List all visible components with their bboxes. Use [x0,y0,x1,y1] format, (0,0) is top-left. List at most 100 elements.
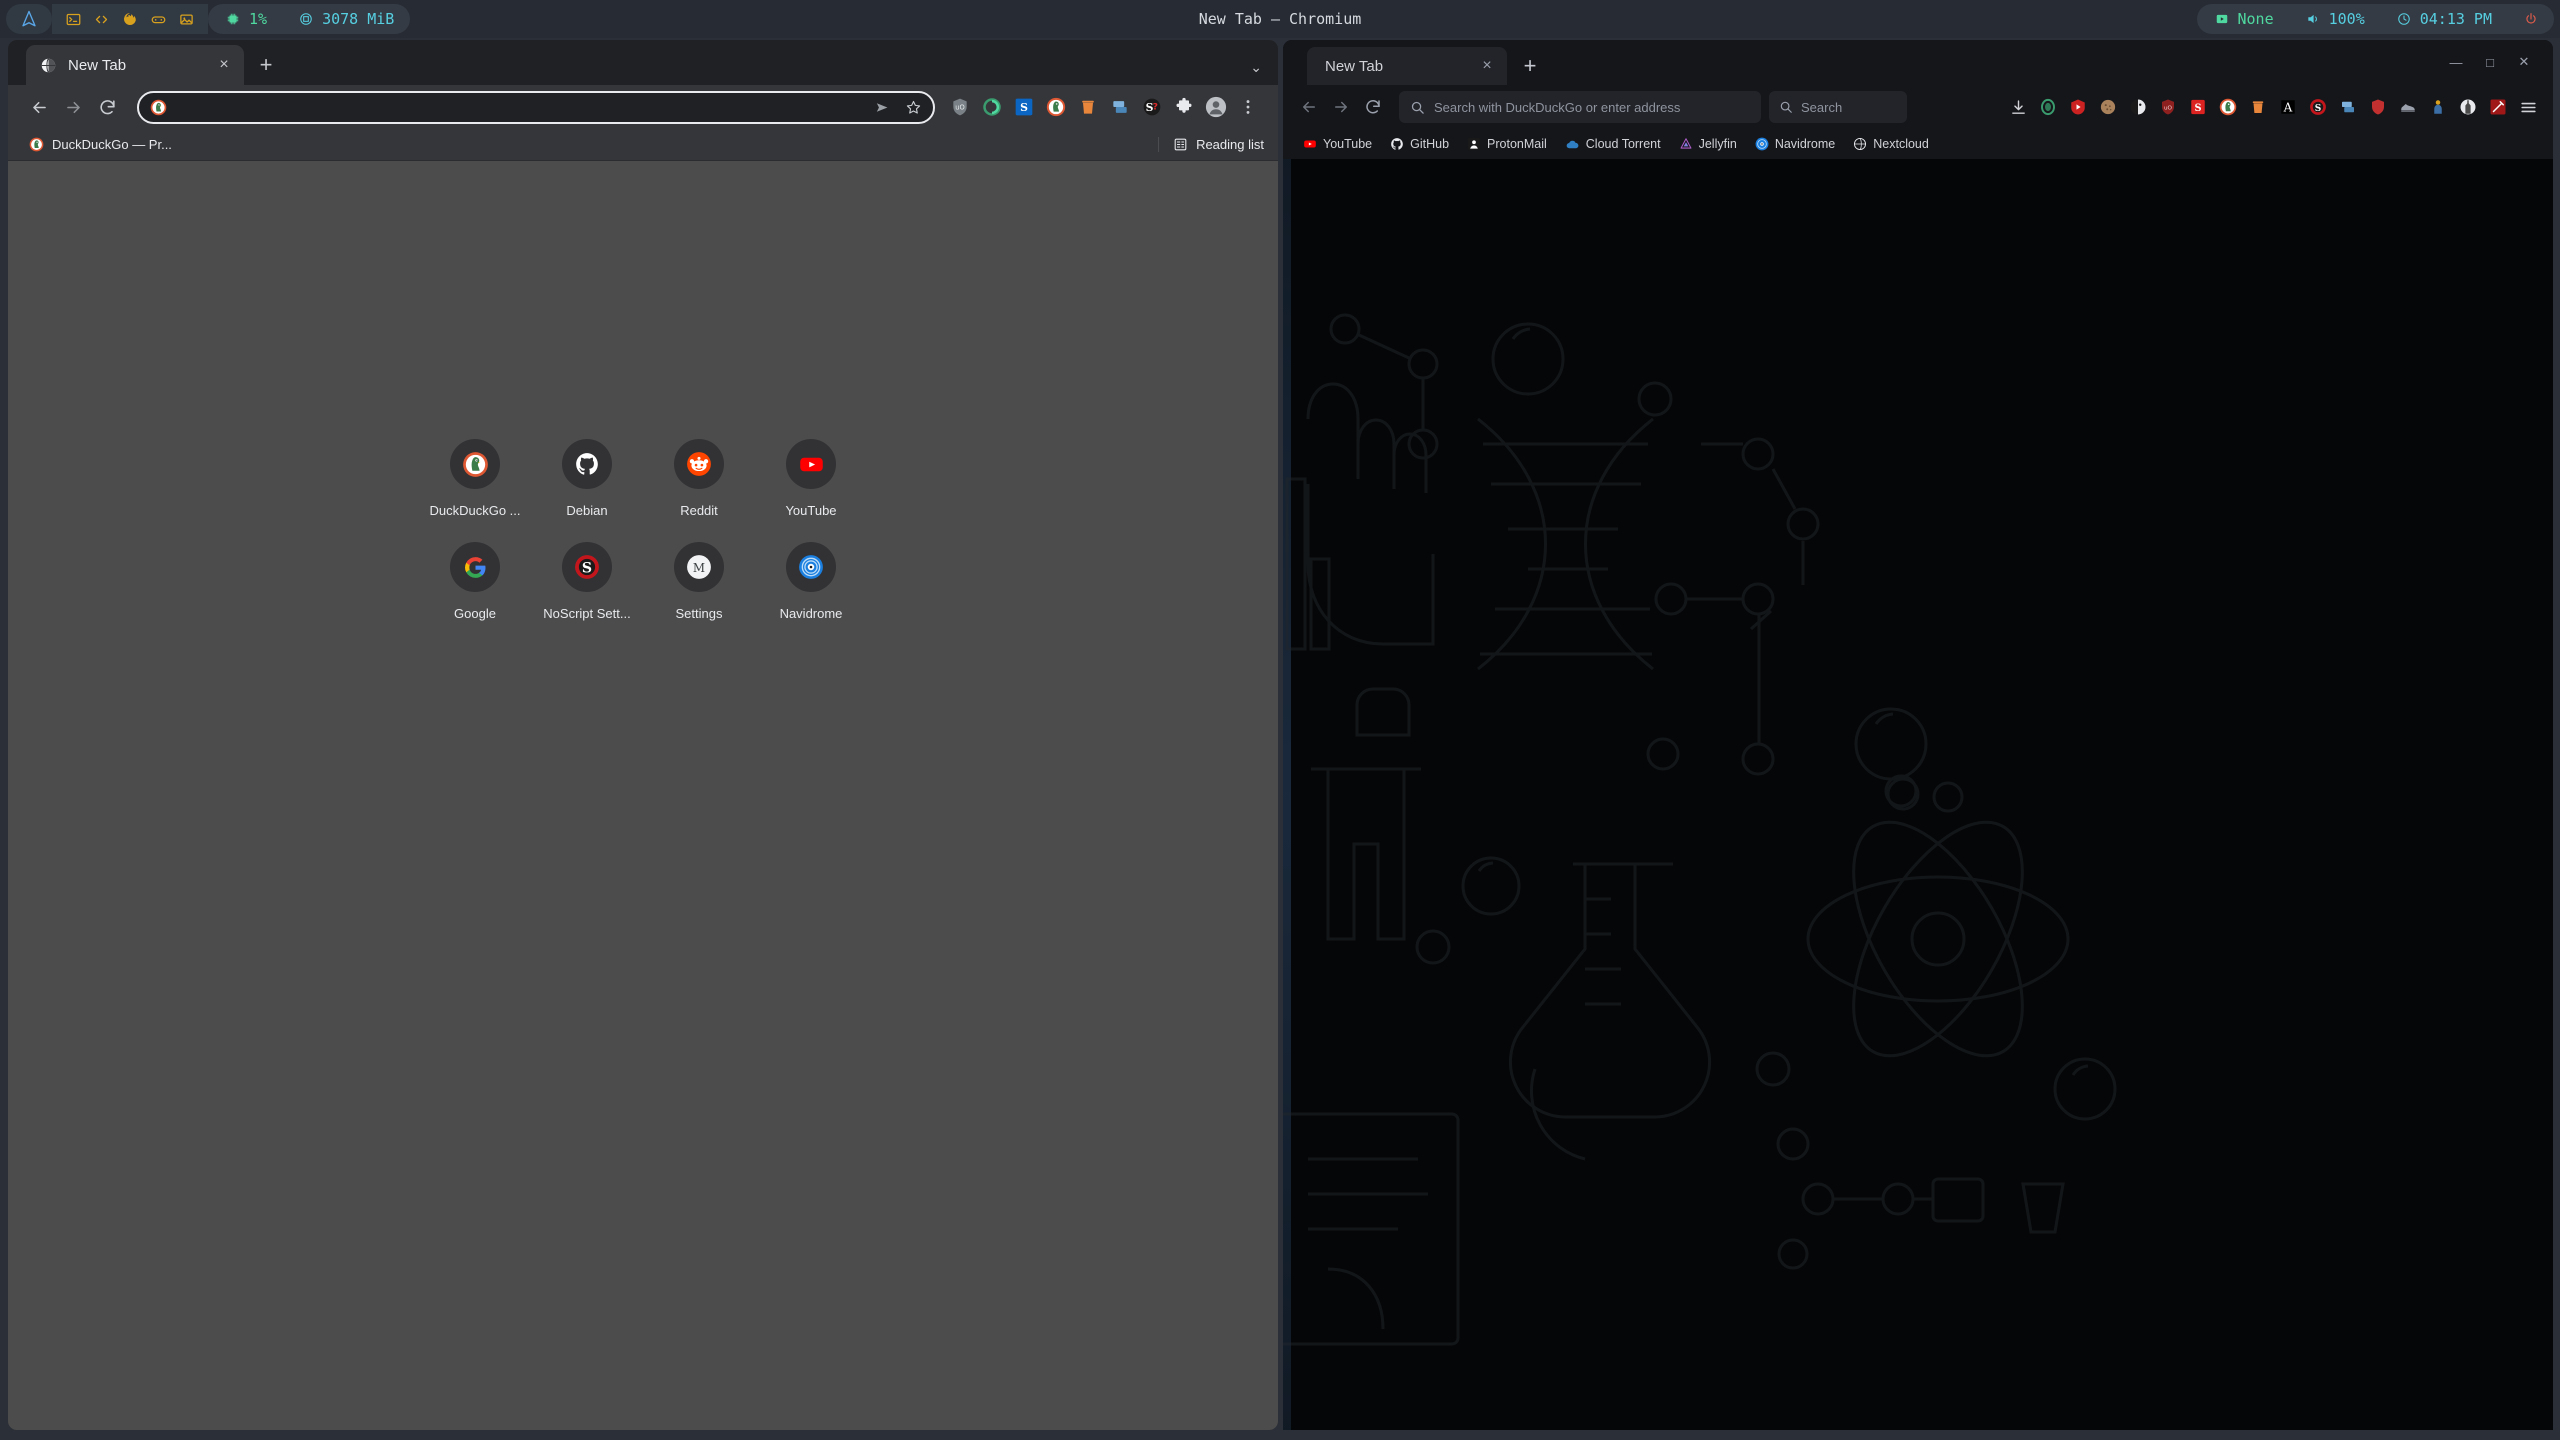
bookmark-navidrome[interactable]: Navidrome [1749,135,1841,153]
noscript-icon[interactable]: S [2303,92,2333,122]
chromium-tab-new-tab[interactable]: New Tab × [26,45,244,85]
cpu-indicator[interactable]: 1% [208,4,284,34]
shield-icon[interactable] [2363,92,2393,122]
sponsorblock-icon[interactable]: S? [1136,91,1168,123]
tab-manager-icon[interactable] [2333,92,2363,122]
shortcut-tile[interactable]: DuckDuckGo ... [419,429,531,532]
bookmark-github[interactable]: GitHub [1384,135,1455,153]
shortcut-tile[interactable]: Reddit [643,429,755,532]
profile-avatar-icon[interactable] [1200,91,1232,123]
sponsorblock-icon[interactable] [2063,92,2093,122]
bookmark-cloud-torrent[interactable]: Cloud Torrent [1559,135,1667,154]
bottle-icon[interactable] [2453,92,2483,122]
svg-text:A: A [2283,101,2293,115]
firefox-new-tab-page [1283,159,2553,1430]
images-icon[interactable] [179,12,194,27]
shortcut-label: YouTube [785,503,837,518]
firefox-tab-new-tab[interactable]: New Tab × [1307,47,1507,85]
bookmark-jellyfin[interactable]: Jellyfin [1673,135,1743,153]
bookmark-youtube[interactable]: YouTube [1297,135,1378,153]
bookmark-nextcloud[interactable]: Nextcloud [1847,135,1935,153]
chevron-down-icon[interactable]: ⌄ [1250,59,1262,76]
shortcut-tile[interactable]: M Settings [643,532,755,635]
clock-indicator[interactable]: 04:13 PM [2380,4,2508,34]
duckduckgo-icon [450,439,500,489]
cpu-value: 1% [249,10,268,28]
bookmark-star-icon[interactable] [905,99,922,116]
ublock-origin-icon[interactable]: uO [2153,92,2183,122]
firefox-new-tab-button[interactable]: + [1507,47,1553,85]
chromium-shortcut-grid: DuckDuckGo ... Debian Reddit YouTube Goo… [419,429,867,635]
firefox-search-bar[interactable]: Search [1769,91,1907,123]
shortcut-tile[interactable]: Debian [531,429,643,532]
shortcut-tile[interactable]: YouTube [755,429,867,532]
reload-button[interactable] [90,90,124,124]
shortcut-tile[interactable]: Google [419,532,531,635]
reading-list-button[interactable]: Reading list [1158,137,1264,152]
back-button[interactable] [1293,91,1325,123]
person-icon[interactable] [2423,92,2453,122]
cookie-icon[interactable] [2093,92,2123,122]
privacy-badger-icon[interactable] [2033,92,2063,122]
shortcut-tile[interactable]: S NoScript Sett... [531,532,643,635]
duckduckgo-icon[interactable] [2213,92,2243,122]
volume-indicator[interactable]: 100% [2289,4,2381,34]
three-dot-menu-icon[interactable] [1232,91,1264,123]
trash-icon[interactable] [2243,92,2273,122]
shortcut-tile[interactable]: Navidrome [755,532,867,635]
reddit-icon [674,439,724,489]
wand-icon[interactable] [2483,92,2513,122]
arch-logo-icon [20,10,38,28]
bookmark-duckduckgo[interactable]: DuckDuckGo — Pr... [22,134,179,155]
go-arrow-icon[interactable] [874,99,891,116]
jellyfin-icon [1679,137,1693,151]
tab-manager-icon[interactable] [1104,91,1136,123]
gamepad-icon[interactable] [151,12,166,27]
downloads-icon[interactable] [2003,92,2033,122]
terminal-icon[interactable] [66,12,81,27]
code-icon[interactable] [94,12,109,27]
chromium-new-tab-button[interactable]: + [244,45,288,85]
settings-m-icon: M [674,542,724,592]
arch-logo-button[interactable] [6,4,52,34]
stylus-icon[interactable]: S [2183,92,2213,122]
minimize-button[interactable]: — [2439,48,2473,76]
volume-value: 100% [2328,10,2365,28]
trash-icon[interactable] [1072,91,1104,123]
protonmail-icon [1467,137,1481,151]
close-icon[interactable]: × [1477,57,1497,75]
privacy-badger-icon[interactable] [976,91,1008,123]
sneaker-icon[interactable] [2393,92,2423,122]
shortcut-label: Navidrome [779,606,843,621]
clock-icon [2397,12,2411,26]
forward-button[interactable] [56,90,90,124]
github-icon [1390,137,1404,151]
back-button[interactable] [22,90,56,124]
firefox-icon[interactable] [122,11,138,27]
duckduckgo-privacy-icon[interactable] [1040,91,1072,123]
chromium-address-bar[interactable] [137,90,935,124]
ublock-origin-icon[interactable]: uO [944,91,976,123]
memory-indicator[interactable]: 3078 MiB [283,4,411,34]
bookmark-protonmail[interactable]: ProtonMail [1461,135,1553,153]
dark-reader-icon[interactable] [2123,92,2153,122]
shortcut-label: Reddit [680,503,718,518]
forward-button[interactable] [1325,91,1357,123]
firefox-address-bar[interactable]: Search with DuckDuckGo or enter address [1399,91,1761,123]
cloud-icon [1565,137,1580,152]
close-icon[interactable]: × [214,56,234,74]
hamburger-menu-icon[interactable] [2513,92,2543,122]
search-icon [1779,100,1793,114]
maximize-button[interactable]: □ [2473,48,2507,76]
firefox-searchbar-placeholder[interactable]: Search [1801,100,1842,115]
navidrome-icon [786,542,836,592]
puzzle-icon[interactable] [1168,91,1200,123]
close-button[interactable]: ✕ [2507,48,2541,76]
power-button[interactable] [2508,4,2554,34]
font-a-icon[interactable]: A [2273,92,2303,122]
firefox-urlbar-placeholder[interactable]: Search with DuckDuckGo or enter address [1434,100,1680,115]
reload-button[interactable] [1357,91,1389,123]
stylus-icon[interactable]: S [1008,91,1040,123]
search-icon [1410,100,1425,115]
media-indicator[interactable]: None [2196,4,2290,34]
